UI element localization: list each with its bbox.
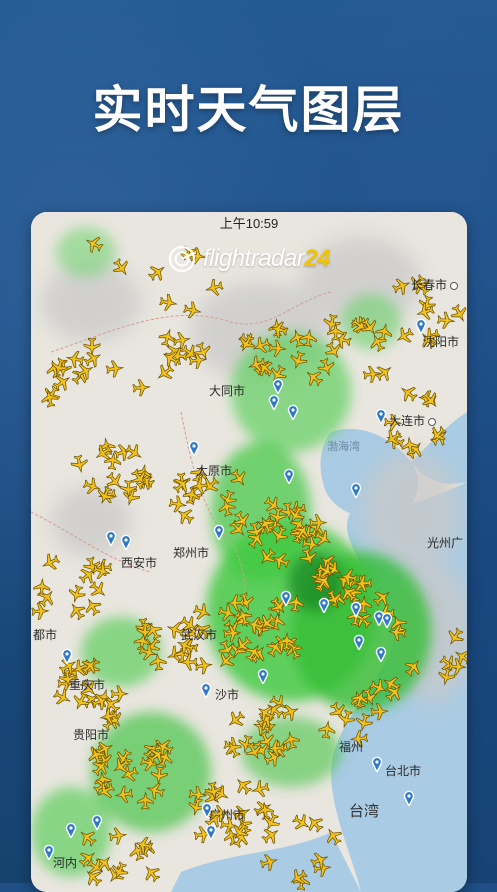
city-label[interactable]: 武汉市: [181, 626, 217, 643]
map-canvas[interactable]: [31, 212, 467, 892]
status-bar-time: 上午10:59: [219, 216, 279, 231]
city-label[interactable]: 台北市: [385, 762, 421, 779]
city-label[interactable]: 都市: [33, 626, 57, 643]
city-label[interactable]: 太原市: [196, 462, 232, 479]
logo-wordmark: flightradar24: [203, 245, 330, 272]
city-label[interactable]: 重庆市: [69, 676, 105, 693]
city-label[interactable]: 光州广: [427, 534, 463, 551]
city-dot-icon: [428, 417, 437, 426]
city-label[interactable]: 福州: [339, 738, 363, 755]
city-label[interactable]: 大同市: [209, 382, 245, 399]
city-label[interactable]: 沙市: [215, 686, 239, 703]
phone-screenshot: 上午10:59 flightradar24 长春市 沈阳市 大同市 大连市 渤海…: [31, 212, 467, 892]
city-label[interactable]: 大连市: [389, 412, 437, 429]
sea-label: 渤海湾: [327, 440, 360, 453]
headline: 实时天气图层: [92, 81, 405, 139]
region-label: 台湾: [349, 802, 380, 820]
city-label[interactable]: 西安市: [121, 554, 157, 571]
city-label[interactable]: 郑州市: [173, 544, 209, 561]
city-label[interactable]: 广州市: [209, 806, 245, 823]
city-label[interactable]: 沈阳市: [423, 333, 459, 350]
app-logo: flightradar24: [167, 244, 330, 274]
city-label[interactable]: 贵阳市: [73, 726, 109, 743]
city-dot-icon: [450, 281, 459, 290]
city-label[interactable]: 河内: [53, 854, 77, 871]
radar-logo-icon: [168, 245, 196, 273]
city-label[interactable]: 长春市: [411, 276, 459, 293]
